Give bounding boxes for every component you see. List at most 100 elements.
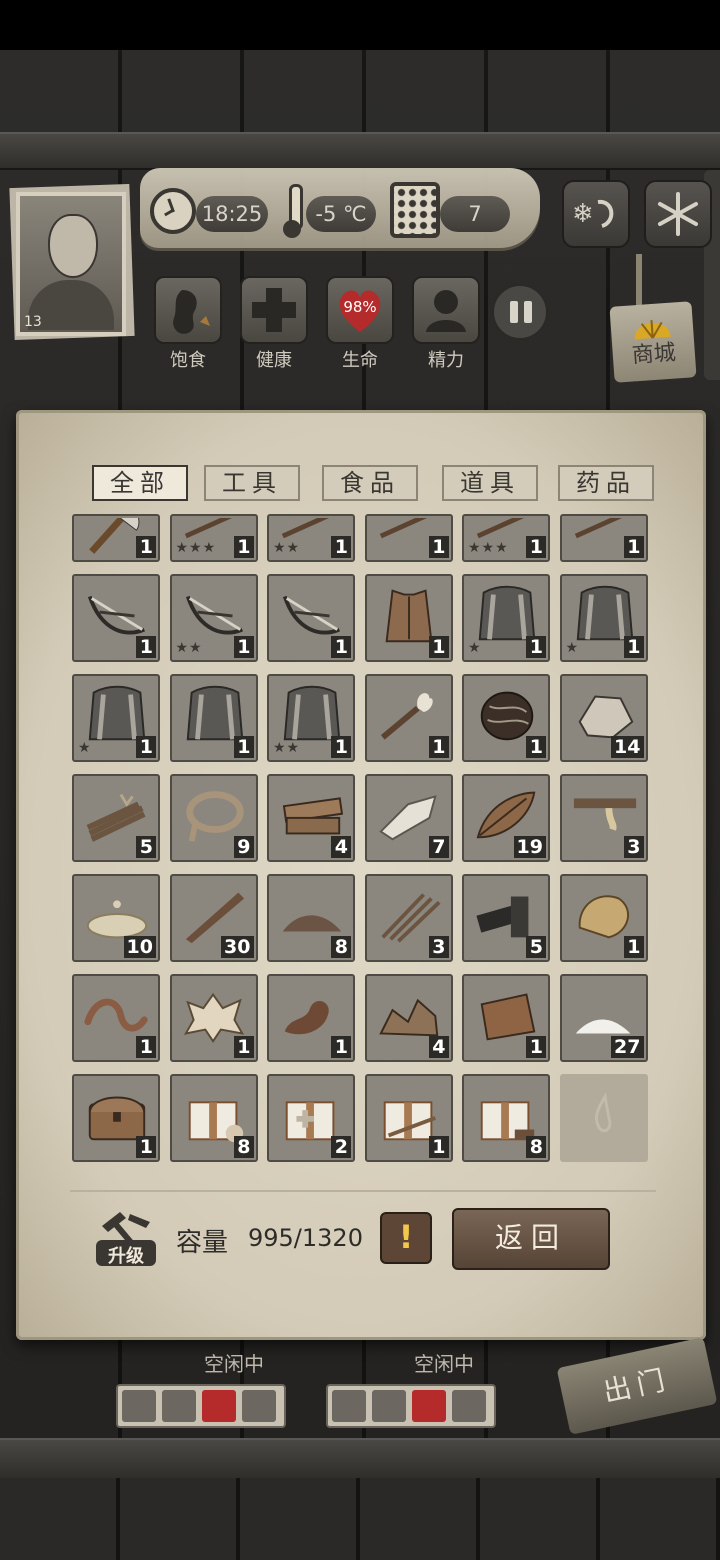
avatar[interactable]: 13 xyxy=(16,192,126,336)
inventory-slot[interactable]: 1 xyxy=(559,874,648,962)
rarity-stars: ★ xyxy=(78,740,92,756)
item-quantity: 1 xyxy=(623,536,644,558)
tab-food[interactable]: 食品 xyxy=(322,465,418,501)
item-quantity: 1 xyxy=(428,1136,449,1158)
inventory-slot[interactable]: 5 xyxy=(462,874,550,962)
capacity-warning-button[interactable]: ! xyxy=(380,1212,432,1264)
inventory-slot[interactable]: 1 xyxy=(169,974,258,1062)
stat-life[interactable]: 98% xyxy=(326,276,394,344)
survivor-stats-1[interactable] xyxy=(116,1384,286,1428)
stomach-icon xyxy=(332,1390,366,1422)
inventory-slot[interactable]: ★★ 1 xyxy=(267,674,355,762)
inventory-slot[interactable]: 10 xyxy=(72,874,160,962)
inventory-slot[interactable]: 1 xyxy=(72,514,160,562)
inventory-slot[interactable]: ★★ 1 xyxy=(267,514,355,562)
item-quantity: 1 xyxy=(428,536,449,558)
item-quantity: 1 xyxy=(233,736,254,758)
tab-medicine[interactable]: 药品 xyxy=(558,465,654,501)
inventory-slot[interactable]: 4 xyxy=(364,974,453,1062)
stat-energy[interactable] xyxy=(412,276,480,344)
tab-items[interactable]: 道具 xyxy=(442,465,538,501)
inventory-slot[interactable]: 9 xyxy=(169,774,258,862)
rarity-stars: ★★★ xyxy=(175,540,217,556)
tab-all[interactable]: 全部 xyxy=(92,465,188,501)
inventory-slot[interactable]: 30 xyxy=(169,874,258,962)
item-quantity: 4 xyxy=(428,1036,449,1058)
rope xyxy=(636,254,642,306)
item-quantity: 1 xyxy=(136,636,156,658)
stomach-icon xyxy=(173,290,210,334)
stomach-icon xyxy=(122,1390,156,1422)
snowflake-icon[interactable] xyxy=(644,180,712,248)
stat-label-life: 生命 xyxy=(342,350,378,371)
item-quantity: 8 xyxy=(233,1136,254,1158)
inventory-slot[interactable] xyxy=(559,1074,648,1162)
tab-tools[interactable]: 工具 xyxy=(204,465,300,501)
upgrade-label: 升级 xyxy=(108,1246,144,1267)
inventory-slot[interactable]: 1 xyxy=(364,1074,453,1162)
inventory-slot[interactable]: 1 xyxy=(169,674,258,762)
shop-button[interactable]: 商城 xyxy=(609,301,697,383)
inventory-slot[interactable]: 1 xyxy=(267,574,355,662)
inventory-slot[interactable]: 5 xyxy=(72,774,160,862)
inventory-slot[interactable]: 1 xyxy=(72,974,160,1062)
inventory-slot[interactable]: ★ 1 xyxy=(462,574,550,662)
item-quantity: 3 xyxy=(623,836,644,858)
inventory-slot[interactable]: 27 xyxy=(559,974,648,1062)
item-quantity: 19 xyxy=(513,836,546,858)
item-quantity: 1 xyxy=(526,636,546,658)
inventory-slot[interactable]: 1 xyxy=(72,1074,160,1162)
inventory-slot[interactable]: ★★★ 1 xyxy=(169,514,258,562)
temperature-display: -5 ℃ xyxy=(306,196,376,232)
item-quantity: 5 xyxy=(136,836,156,858)
inventory-slot[interactable]: 3 xyxy=(559,774,648,862)
inventory-slot[interactable]: 4 xyxy=(267,774,355,862)
inventory-slot[interactable]: ★★★ 1 xyxy=(462,514,550,562)
item-quantity: 1 xyxy=(233,1036,254,1058)
inventory-slot[interactable]: ★★ 1 xyxy=(169,574,258,662)
pause-button[interactable] xyxy=(492,284,548,340)
wooden-floor xyxy=(0,1478,720,1560)
thermometer-icon xyxy=(282,184,304,240)
inventory-slot[interactable]: 2 xyxy=(267,1074,355,1162)
inventory-slot[interactable]: 14 xyxy=(559,674,648,762)
inventory-slot[interactable]: ★ 1 xyxy=(72,674,160,762)
day-display: 7 xyxy=(440,196,510,232)
stat-satiety[interactable] xyxy=(154,276,222,344)
item-quantity: 1 xyxy=(331,636,351,658)
inventory-slot[interactable]: 8 xyxy=(462,1074,550,1162)
item-quantity: 10 xyxy=(123,936,156,958)
survivor-status-1: 空闲中 xyxy=(204,1352,264,1376)
item-quantity: 1 xyxy=(428,636,449,658)
rarity-stars: ★★★ xyxy=(468,540,509,556)
inventory-slot[interactable]: 1 xyxy=(364,514,453,562)
inventory-slot[interactable]: 1 xyxy=(72,574,160,662)
cross-icon xyxy=(162,1390,196,1422)
stat-label-satiety: 饱食 xyxy=(170,350,206,371)
inventory-slot[interactable]: 1 xyxy=(267,974,355,1062)
inventory-slot[interactable]: 3 xyxy=(364,874,453,962)
weather-snow-icon[interactable]: ❄ xyxy=(562,180,630,248)
inventory-slot[interactable]: 8 xyxy=(169,1074,258,1162)
inventory-slot[interactable]: 19 xyxy=(462,774,550,862)
inventory-slot[interactable]: 1 xyxy=(364,674,453,762)
inventory-slot[interactable]: 8 xyxy=(267,874,355,962)
upgrade-button[interactable]: 升级 xyxy=(94,1206,158,1268)
survivor-stats-2[interactable] xyxy=(326,1384,496,1428)
stat-health[interactable] xyxy=(240,276,308,344)
item-quantity: 8 xyxy=(526,1136,546,1158)
inventory-slot[interactable]: ★ 1 xyxy=(559,574,648,662)
inventory-slot[interactable]: 1 xyxy=(364,574,453,662)
item-quantity: 5 xyxy=(526,936,546,958)
item-quantity: 1 xyxy=(136,1136,156,1158)
item-quantity: 1 xyxy=(623,936,644,958)
inventory-slot[interactable]: 7 xyxy=(364,774,453,862)
back-button[interactable]: 返回 xyxy=(452,1208,610,1270)
inventory-slot[interactable]: 1 xyxy=(559,514,648,562)
item-quantity: 30 xyxy=(221,936,254,958)
inventory-slot[interactable]: 1 xyxy=(462,974,550,1062)
capacity-label: 容量 xyxy=(176,1228,229,1258)
inventory-slot[interactable]: 1 xyxy=(462,674,550,762)
cross-icon xyxy=(252,288,296,332)
item-quantity: 14 xyxy=(611,736,644,758)
